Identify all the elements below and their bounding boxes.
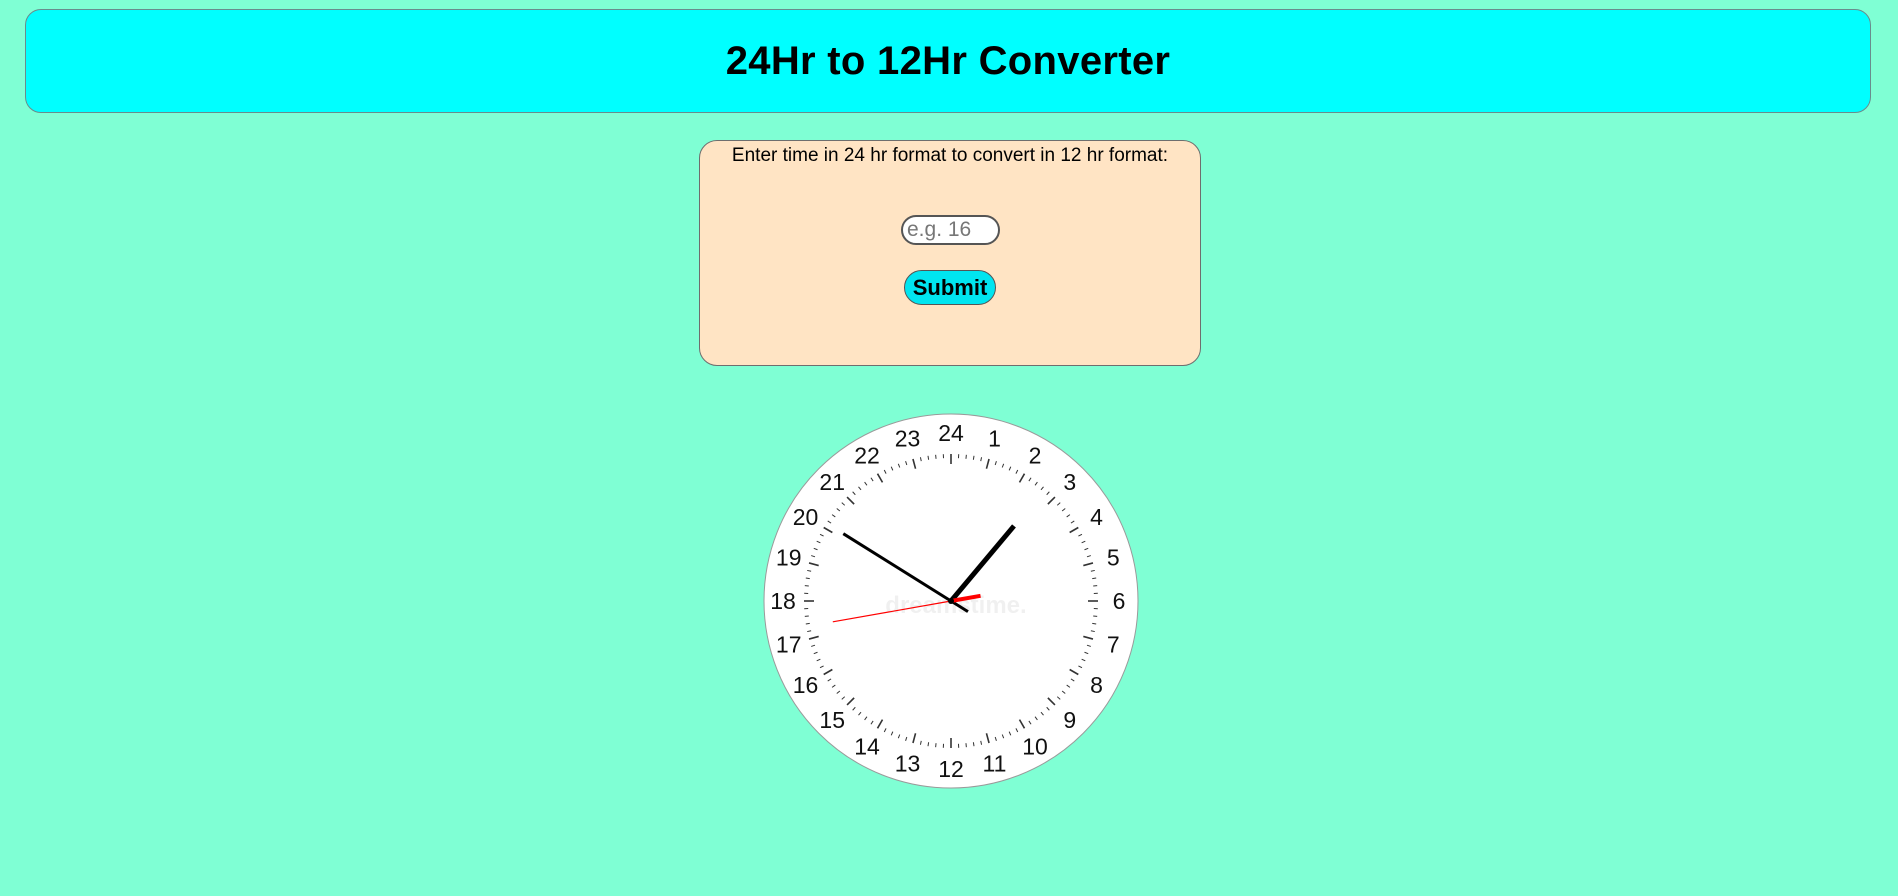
submit-button[interactable]: Submit: [904, 270, 996, 305]
clock-minor-tick: [927, 455, 930, 460]
converter-panel: Enter time in 24 hr format to convert in…: [699, 140, 1201, 366]
clock-hour-number: 12: [938, 756, 964, 782]
clock-minor-tick: [805, 622, 810, 625]
clock-hour-number: 8: [1090, 672, 1103, 698]
clock-minor-tick: [972, 742, 975, 747]
clock-hour-number: 10: [1022, 733, 1048, 759]
clock-hour-number: 11: [983, 750, 1007, 776]
clock: 241234567891011121314151617181920212223d…: [762, 412, 1140, 790]
clock-hour-number: 3: [1063, 469, 1076, 495]
clock-hour-number: 18: [770, 588, 796, 614]
clock-minor-tick: [972, 455, 975, 460]
clock-center-pin: [948, 598, 954, 604]
clock-face: 241234567891011121314151617181920212223d…: [763, 413, 1139, 789]
clock-hour-number: 24: [938, 420, 964, 446]
clock-hour-number: 7: [1107, 631, 1120, 657]
clock-minor-tick: [927, 742, 930, 747]
clock-hour-number: 1: [988, 426, 1001, 452]
clock-hour-number: 19: [776, 545, 802, 571]
clock-hour-number: 2: [1029, 443, 1042, 469]
clock-hour-number: 9: [1063, 707, 1076, 733]
clock-hour-number: 6: [1113, 588, 1126, 614]
clock-hour-number: 21: [819, 469, 845, 495]
clock-hour-number: 13: [895, 750, 921, 776]
clock-hour-number: 17: [776, 631, 802, 657]
clock-hour-number: 20: [793, 504, 819, 530]
clock-hour-number: 15: [819, 707, 845, 733]
title-banner: 24Hr to 12Hr Converter: [25, 9, 1871, 113]
clock-hour-number: 5: [1107, 545, 1120, 571]
clock-hour-number: 16: [793, 672, 819, 698]
clock-hour-number: 4: [1090, 504, 1103, 530]
clock-hour-number: 14: [854, 733, 880, 759]
clock-minor-tick: [1092, 622, 1097, 625]
clock-minor-tick: [1092, 577, 1097, 580]
clock-minor-tick: [805, 577, 810, 580]
clock-hour-number: 23: [895, 426, 921, 452]
clock-hour-number: 22: [854, 443, 880, 469]
page-title: 24Hr to 12Hr Converter: [725, 38, 1171, 83]
hour-input[interactable]: [901, 215, 1000, 245]
input-prompt-label: Enter time in 24 hr format to convert in…: [731, 145, 1169, 166]
